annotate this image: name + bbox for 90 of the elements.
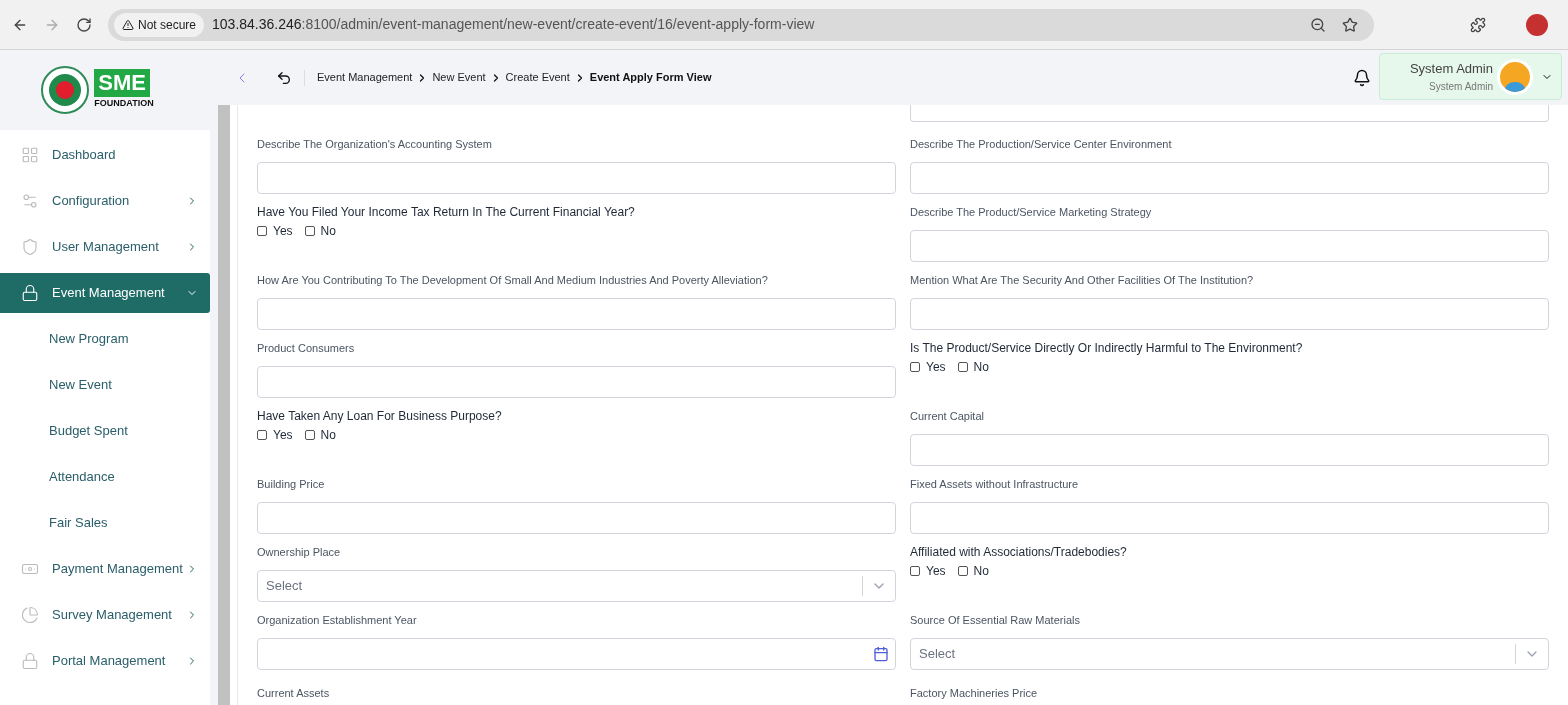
submenu-item[interactable]: Fair Sales (0, 503, 210, 543)
checkbox[interactable] (910, 362, 920, 372)
option-label: Yes (926, 359, 946, 376)
zoom-icon[interactable] (1310, 16, 1326, 33)
input-field[interactable] (910, 105, 1549, 122)
checkbox[interactable] (957, 566, 968, 576)
field-label: Product Consumers (257, 341, 356, 356)
field-label: Factory Machineries Price (910, 687, 1038, 699)
menu-icon (21, 284, 39, 302)
date-field[interactable] (257, 638, 896, 670)
back-icon[interactable] (276, 69, 292, 86)
scrollbar[interactable] (218, 105, 230, 705)
checkbox[interactable] (257, 430, 267, 440)
breadcrumb-item[interactable]: New Event (432, 69, 486, 86)
avatar-icon (1497, 58, 1533, 95)
field-label: How Are You Contributing To The Development Of Small And Medium Industries And Poverty Alleviation? (257, 273, 769, 288)
field-label: Describe The Product/Service Marketing Strategy (910, 205, 1153, 220)
field-label: Have Taken Any Loan For Business Purpose? (257, 408, 503, 424)
checkbox[interactable] (304, 226, 315, 236)
breadcrumb-item: Event Apply Form View (589, 70, 712, 86)
option-label: Yes (273, 427, 293, 444)
reload-icon[interactable] (76, 16, 92, 33)
checkbox[interactable] (910, 566, 920, 576)
url-host: 103.84.36.246 (212, 15, 302, 34)
field-label: Describe The Production/Service Center Environment (910, 137, 1173, 152)
submenu-item[interactable]: New Program (0, 319, 210, 359)
menu-icon (21, 652, 39, 670)
submenu-item[interactable]: Budget Spent (0, 411, 210, 451)
option-label: No (320, 223, 336, 240)
submenu-item[interactable]: New Event (0, 365, 210, 405)
logo-caption: FOUNDATION (94, 97, 154, 111)
menu-icon (21, 192, 39, 210)
submenu-item[interactable]: Attendance (0, 457, 210, 497)
puzzle-icon[interactable] (1470, 16, 1486, 33)
logo-mark: SME (94, 69, 150, 98)
bell-icon[interactable] (1353, 68, 1371, 87)
star-icon[interactable] (1342, 16, 1358, 33)
field-label: Describe The Organization's Accounting System (257, 137, 493, 152)
field-label: Current Capital (910, 409, 985, 424)
option-label: No (973, 563, 989, 580)
field-label: Organization Establishment Year (257, 613, 418, 628)
select-field[interactable]: Select (910, 638, 1549, 670)
field-label: Is The Product/Service Directly Or Indirectly Harmful to The Environment? (910, 340, 1304, 356)
input-field[interactable] (257, 298, 896, 330)
user-menu[interactable]: System Admin System Admin (1379, 53, 1562, 100)
field-label: Building Price (257, 477, 326, 492)
input-field[interactable] (910, 434, 1549, 466)
menu-icon (21, 238, 39, 256)
address-bar[interactable]: Not secure 103.84.36.246:8100/admin/event-management/new-event/create-event/16/event-apply-form-view (108, 8, 1374, 41)
input-field[interactable] (910, 230, 1549, 262)
emblem-icon (40, 65, 91, 115)
user-role: System Admin (1429, 79, 1493, 94)
checkbox[interactable] (257, 226, 267, 236)
sidebar-item[interactable]: Survey Management (0, 595, 210, 635)
field-label: Ownership Place (257, 545, 342, 560)
field-label: Source Of Essential Raw Materials (910, 613, 1081, 628)
field-label: Mention What Are The Security And Other Facilities Of The Institution? (910, 273, 1255, 288)
sidebar-item[interactable]: Configuration (0, 181, 210, 221)
sidebar-item[interactable]: Portal Management (0, 641, 210, 681)
sidebar-item[interactable]: Dashboard (0, 135, 210, 175)
warning-icon (122, 18, 134, 31)
input-field[interactable] (910, 502, 1549, 534)
sidebar-item[interactable]: Event Management (0, 273, 210, 313)
user-name: System Admin (1409, 60, 1493, 79)
menu-icon (21, 146, 39, 164)
checkbox[interactable] (304, 430, 315, 440)
option-label: Yes (926, 563, 946, 580)
url-path: :8100/admin/event-management/new-event/create-event/16/event-apply-form-view (301, 15, 816, 34)
select-field[interactable]: Select (257, 570, 896, 602)
breadcrumb-item[interactable]: Create Event (505, 69, 570, 86)
breadcrumb-item[interactable]: Event Management (317, 69, 413, 86)
input-field[interactable] (257, 502, 896, 534)
calendar-icon (873, 646, 889, 662)
option-label: Yes (273, 223, 293, 240)
sidebar-item[interactable]: Payment Management (0, 549, 210, 589)
field-label: Current Assets (257, 687, 330, 699)
input-field[interactable] (257, 162, 896, 194)
input-field[interactable] (910, 298, 1549, 330)
menu-icon (21, 606, 39, 624)
profile-avatar[interactable] (1526, 13, 1548, 36)
field-label: Fixed Assets without Infrastructure (910, 477, 1080, 492)
option-label: No (973, 359, 989, 376)
input-field[interactable] (910, 162, 1549, 194)
field-label: Have You Filed Your Income Tax Return In The Current Financial Year? (257, 204, 636, 220)
checkbox[interactable] (957, 362, 968, 372)
sidebar-item[interactable]: User Management (0, 227, 210, 267)
input-field[interactable] (257, 366, 896, 398)
field-label: Affiliated with Associations/Tradebodies? (910, 544, 1128, 560)
option-label: No (320, 427, 336, 444)
security-chip[interactable]: Not secure (114, 12, 205, 37)
